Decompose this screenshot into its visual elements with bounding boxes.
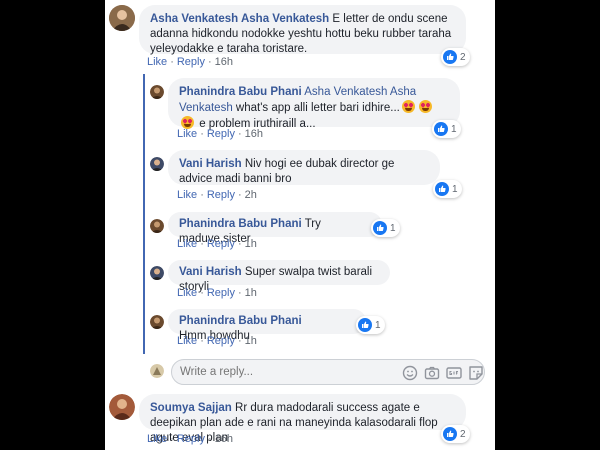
reaction-count[interactable]: 1	[371, 219, 400, 237]
like-link[interactable]: Like	[147, 433, 167, 445]
avatar-phanindra[interactable]	[150, 315, 164, 329]
like-link[interactable]: Like	[177, 189, 197, 201]
current-user-avatar	[150, 364, 164, 378]
comment-author[interactable]: Asha Venkatesh Asha Venkatesh	[150, 13, 329, 25]
like-icon	[373, 221, 387, 235]
like-icon	[443, 427, 457, 441]
reaction-number: 1	[375, 319, 381, 331]
reaction-count[interactable]: 1	[432, 120, 461, 138]
timestamp[interactable]: 2h	[245, 189, 257, 201]
comment-author[interactable]: Soumya Sajjan	[150, 402, 232, 414]
comment-bubble: Vani Harish Super swalpa twist barali st…	[168, 260, 390, 293]
comment-bubble: Phanindra Babu Phani Hmm,howdhu	[168, 309, 366, 342]
reaction-count[interactable]: 2	[441, 425, 470, 443]
reaction-number: 2	[460, 428, 466, 440]
like-link[interactable]: Like	[177, 287, 197, 299]
like-link[interactable]: Like	[177, 335, 197, 347]
smiley-icon[interactable]	[402, 365, 418, 381]
reply-link[interactable]: Reply	[207, 128, 235, 140]
comment-actions: Like · Reply · 16h	[147, 56, 234, 68]
reply-link[interactable]: Reply	[207, 238, 235, 250]
reaction-count[interactable]: 2	[441, 48, 470, 66]
comment-author[interactable]: Vani Harish	[179, 266, 242, 278]
comment-author[interactable]: Vani Harish	[179, 158, 242, 170]
avatar-vani[interactable]	[150, 266, 164, 280]
comment-author[interactable]: Phanindra Babu Phani	[179, 86, 302, 98]
love-eyes-emoji	[418, 100, 432, 113]
reply-link[interactable]: Reply	[207, 287, 235, 299]
gif-icon[interactable]	[446, 365, 462, 381]
comment-bubble: Asha Venkatesh Asha Venkatesh E letter d…	[139, 5, 466, 55]
comment-actions: Like · Reply · 1h	[177, 287, 257, 299]
love-eyes-emoji	[401, 100, 415, 113]
reaction-number: 1	[451, 123, 457, 135]
reply-link[interactable]: Reply	[207, 335, 235, 347]
comment-bubble: Vani Harish Niv hogi ee dubak director g…	[168, 150, 440, 185]
reaction-number: 1	[452, 183, 458, 195]
reaction-number: 1	[390, 222, 396, 234]
timestamp[interactable]: 1h	[245, 287, 257, 299]
thread-line	[143, 74, 145, 354]
comment-actions: Like · Reply · 16h	[177, 128, 264, 140]
comment-bubble: Phanindra Babu Phani Try maduve,sister	[168, 212, 382, 245]
reaction-count[interactable]: 1	[433, 180, 462, 198]
like-icon	[443, 50, 457, 64]
avatar-vani[interactable]	[150, 157, 164, 171]
reaction-number: 2	[460, 51, 466, 63]
comment-text: what's app alli letter bari idhire...	[235, 102, 400, 114]
timestamp[interactable]: 16h	[215, 433, 233, 445]
avatar-phanindra[interactable]	[150, 219, 164, 233]
like-icon	[434, 122, 448, 136]
avatar-soumya[interactable]	[109, 394, 135, 420]
comment-bubble: Soumya Sajjan Rr dura madodarali success…	[139, 394, 466, 444]
reply-link[interactable]: Reply	[177, 433, 205, 445]
timestamp[interactable]: 16h	[245, 128, 263, 140]
like-icon	[358, 318, 372, 332]
comment-actions: Like · Reply · 1h	[177, 335, 257, 347]
comment-author[interactable]: Phanindra Babu Phani	[179, 315, 302, 327]
like-link[interactable]: Like	[177, 128, 197, 140]
reply-link[interactable]: Reply	[207, 189, 235, 201]
sticker-icon[interactable]	[468, 365, 484, 381]
reply-input[interactable]	[180, 364, 380, 380]
avatar-phanindra[interactable]	[150, 85, 164, 99]
like-link[interactable]: Like	[147, 56, 167, 68]
comment-author[interactable]: Phanindra Babu Phani	[179, 218, 302, 230]
comment-actions: Like · Reply · 16h	[147, 433, 234, 445]
comment-actions: Like · Reply · 1h	[177, 238, 257, 250]
comment-bubble: Phanindra Babu Phani Asha Venkatesh Asha…	[168, 78, 460, 130]
timestamp[interactable]: 1h	[245, 238, 257, 250]
like-link[interactable]: Like	[177, 238, 197, 250]
reply-link[interactable]: Reply	[177, 56, 205, 68]
comments-panel: Asha Venkatesh Asha Venkatesh E letter d…	[105, 0, 495, 450]
timestamp[interactable]: 1h	[245, 335, 257, 347]
timestamp[interactable]: 16h	[215, 56, 233, 68]
comment-actions: Like · Reply · 2h	[177, 189, 257, 201]
avatar-asha[interactable]	[109, 5, 135, 31]
reply-input-box[interactable]	[171, 359, 485, 385]
camera-icon[interactable]	[424, 365, 440, 381]
like-icon	[435, 182, 449, 196]
reaction-count[interactable]: 1	[356, 316, 385, 334]
